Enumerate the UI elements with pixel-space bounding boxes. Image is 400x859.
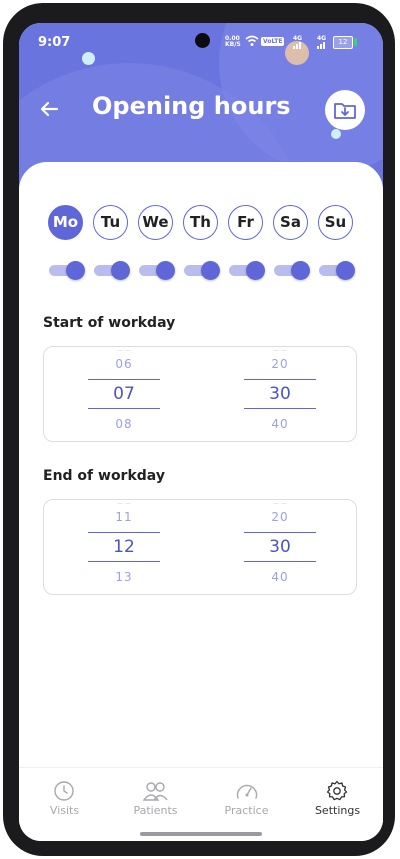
wheel-fade: — — xyxy=(117,347,131,354)
camera-cutout xyxy=(195,33,210,48)
decor-dot xyxy=(331,129,341,139)
wheel-fade: — — xyxy=(273,500,287,507)
end-minute-prev: 20 xyxy=(271,510,289,524)
day-toggle-th[interactable] xyxy=(184,260,220,280)
folder-download-icon xyxy=(334,103,356,119)
charging-indicator xyxy=(354,38,357,46)
day-chip-tu[interactable]: Tu xyxy=(93,205,128,240)
nav-label: Practice xyxy=(224,804,269,817)
phone-frame: 9:07 0.00 KB/S VoLTE 4G 4G 12 Opening ho… xyxy=(3,3,395,856)
end-hour-next: 13 xyxy=(115,570,133,584)
export-button[interactable] xyxy=(325,90,365,130)
start-hour-wheel[interactable]: — — 06 07 08 xyxy=(88,347,160,441)
bottom-nav: Visits Patients Practice Settings xyxy=(19,767,383,841)
toggle-knob xyxy=(336,261,355,280)
net-speed-unit: KB/S xyxy=(225,41,241,48)
end-workday-label: End of workday xyxy=(43,468,165,484)
day-toggle-tu[interactable] xyxy=(94,260,130,280)
day-toggle-mo[interactable] xyxy=(49,260,85,280)
back-button[interactable] xyxy=(37,97,61,121)
day-chip-we[interactable]: We xyxy=(138,205,173,240)
status-bar: 9:07 0.00 KB/S VoLTE 4G 4G 12 xyxy=(19,23,383,63)
status-icons: 0.00 KB/S VoLTE 4G 4G 12 xyxy=(225,35,375,51)
nav-label: Visits xyxy=(49,804,80,817)
day-toggle-su[interactable] xyxy=(319,260,355,280)
toggle-knob xyxy=(291,261,310,280)
nav-label: Settings xyxy=(314,804,361,817)
volte-badge: VoLTE xyxy=(261,37,285,46)
wifi-icon xyxy=(245,35,259,50)
gauge-icon xyxy=(236,784,258,799)
start-hour-current: 07 xyxy=(88,379,160,409)
signal-bars-icon xyxy=(317,41,327,49)
volume-button xyxy=(390,281,395,333)
end-time-picker: — — 11 12 13 — — 20 30 40 xyxy=(43,499,357,595)
day-toggle-sa[interactable] xyxy=(274,260,310,280)
day-chip-su[interactable]: Su xyxy=(318,205,353,240)
end-minute-next: 40 xyxy=(271,570,289,584)
nav-settings[interactable]: Settings xyxy=(292,768,383,828)
wheel-fade: — — xyxy=(273,347,287,354)
start-minute-current: 30 xyxy=(244,379,316,409)
net-speed: 0.00 KB/S xyxy=(225,36,241,48)
signal-bars-icon xyxy=(293,41,303,49)
wheel-fade: — — xyxy=(117,500,131,507)
arrow-left-icon xyxy=(40,101,59,117)
day-chip-mo[interactable]: Mo xyxy=(48,205,83,240)
day-chip-sa[interactable]: Sa xyxy=(273,205,308,240)
nav-label: Patients xyxy=(133,804,178,817)
end-hour-prev: 11 xyxy=(115,510,133,524)
people-icon xyxy=(142,782,168,801)
toggle-knob xyxy=(246,261,265,280)
day-toggle-we[interactable] xyxy=(139,260,175,280)
home-indicator[interactable] xyxy=(140,832,262,836)
toggle-knob xyxy=(156,261,175,280)
start-minute-prev: 20 xyxy=(271,357,289,371)
status-time: 9:07 xyxy=(38,35,71,50)
end-hour-current: 12 xyxy=(88,532,160,562)
start-minute-next: 40 xyxy=(271,417,289,431)
end-hour-wheel[interactable]: — — 11 12 13 xyxy=(88,500,160,594)
page-title: Opening hours xyxy=(92,92,291,120)
nav-visits[interactable]: Visits xyxy=(19,768,110,828)
day-chip-th[interactable]: Th xyxy=(183,205,218,240)
day-chip-fr[interactable]: Fr xyxy=(228,205,263,240)
start-hour-next: 08 xyxy=(115,417,133,431)
toggle-knob xyxy=(201,261,220,280)
start-hour-prev: 06 xyxy=(115,357,133,371)
nav-patients[interactable]: Patients xyxy=(110,768,201,828)
battery-icon: 12 xyxy=(333,36,353,49)
end-minute-wheel[interactable]: — — 20 30 40 xyxy=(244,500,316,594)
end-minute-current: 30 xyxy=(244,532,316,562)
toggle-knob xyxy=(66,261,85,280)
gear-icon xyxy=(326,780,348,801)
start-minute-wheel[interactable]: — — 20 30 40 xyxy=(244,347,316,441)
clock-icon xyxy=(54,781,74,801)
start-time-picker: — — 06 07 08 — — 20 30 40 xyxy=(43,346,357,442)
day-toggle-fr[interactable] xyxy=(229,260,265,280)
nav-practice[interactable]: Practice xyxy=(201,768,292,828)
toggle-knob xyxy=(111,261,130,280)
start-workday-label: Start of workday xyxy=(43,315,176,331)
power-button xyxy=(390,383,395,493)
screen: 9:07 0.00 KB/S VoLTE 4G 4G 12 Opening ho… xyxy=(19,23,383,841)
